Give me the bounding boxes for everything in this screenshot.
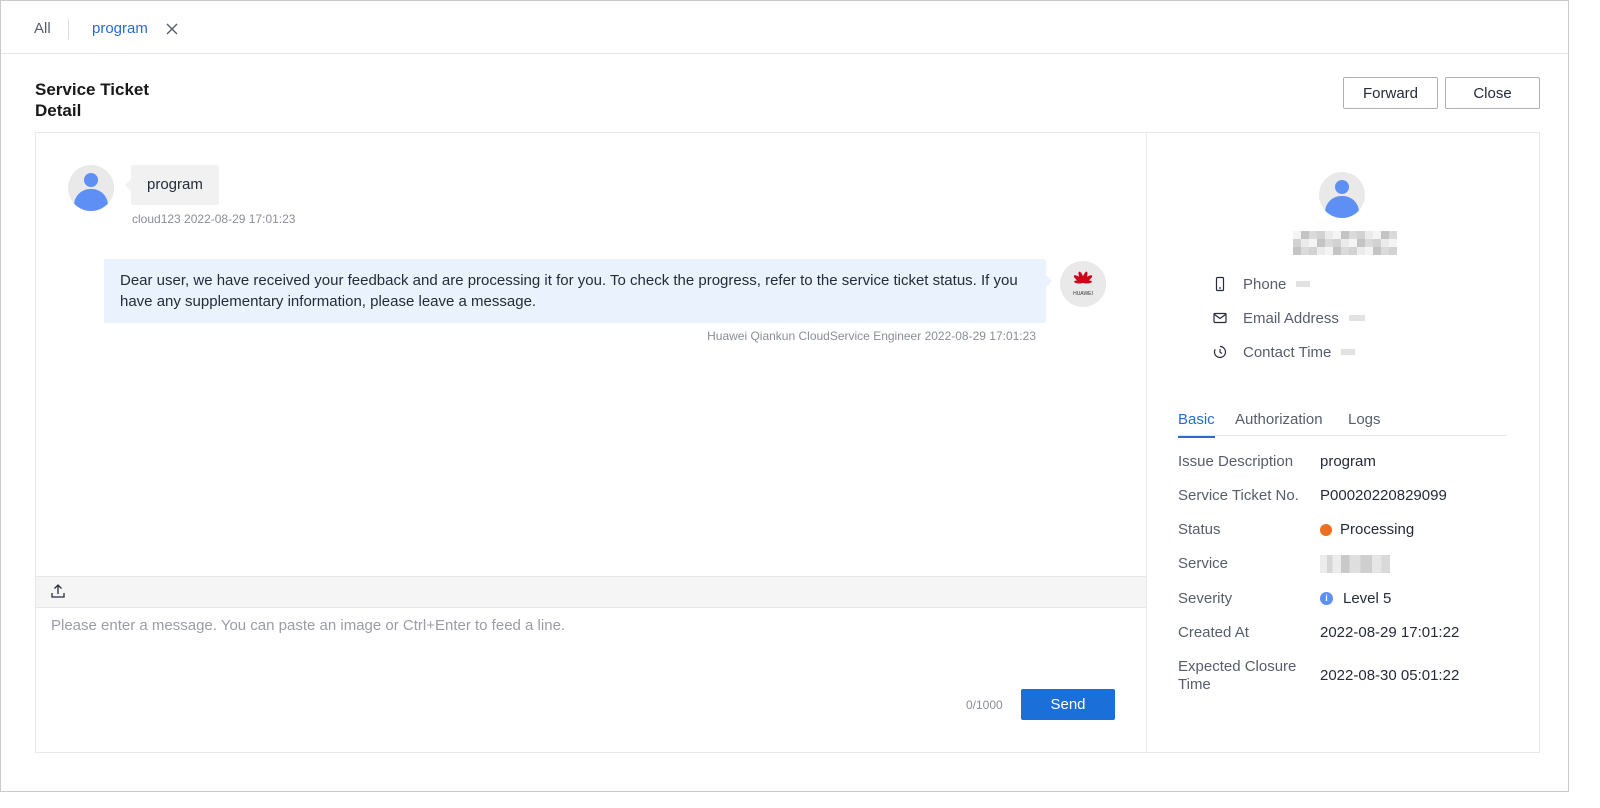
severity-label: Severity xyxy=(1178,590,1233,607)
engineer-message-meta: Huawei Qiankun CloudService Engineer 202… xyxy=(707,329,1036,343)
huawei-logo: HUAWEI xyxy=(1060,261,1106,307)
severity-value: i Level 5 xyxy=(1320,590,1391,607)
engineer-message: Dear user, we have received your feedbac… xyxy=(104,259,1052,323)
created-at-value: 2022-08-29 17:01:22 xyxy=(1320,624,1460,641)
contact-time-label: Contact Time xyxy=(1243,343,1332,361)
contact-time: Contact Time xyxy=(1213,342,1356,362)
customer-name-redacted xyxy=(1293,231,1397,255)
phone-value-redacted xyxy=(1296,281,1311,287)
contact-email: Email Address xyxy=(1213,308,1365,328)
status-dot-icon xyxy=(1320,523,1332,536)
forward-button[interactable]: Forward xyxy=(1343,77,1438,109)
chat-panel: program cloud123 2022-08-29 17:01:23 Dea… xyxy=(36,133,1147,752)
svg-text:HUAWEI: HUAWEI xyxy=(1073,291,1093,297)
tab-all[interactable]: All xyxy=(34,20,51,37)
close-icon[interactable] xyxy=(164,21,180,37)
status-label: Status xyxy=(1178,521,1221,538)
contact-phone: Phone xyxy=(1213,274,1311,294)
ticket-number-label: Service Ticket No. xyxy=(1178,487,1299,504)
customer-avatar xyxy=(1319,172,1365,218)
app-frame: All program Service Ticket Detail Forwar… xyxy=(0,0,1569,792)
status-text: Processing xyxy=(1340,521,1415,538)
ticket-content: program cloud123 2022-08-29 17:01:23 Dea… xyxy=(35,132,1540,753)
email-value-redacted xyxy=(1348,315,1365,321)
page-title: Service Ticket Detail xyxy=(35,80,150,120)
tab-divider xyxy=(68,19,69,39)
upload-icon[interactable] xyxy=(50,583,66,599)
issue-description-label: Issue Description xyxy=(1178,453,1294,470)
clock-icon xyxy=(1213,345,1227,359)
ticket-number-value: P00020220829099 xyxy=(1320,487,1447,504)
severity-text: Level 5 xyxy=(1343,590,1392,607)
user-message-meta: cloud123 2022-08-29 17:01:23 xyxy=(132,212,296,226)
user-message: program xyxy=(125,165,219,205)
close-button[interactable]: Close xyxy=(1445,77,1540,109)
email-label: Email Address xyxy=(1243,309,1339,327)
phone-label: Phone xyxy=(1243,275,1287,293)
expected-closure-label: Expected Closure Time xyxy=(1178,658,1297,693)
detail-tabs: Basic Authorization Logs xyxy=(1178,401,1507,438)
expected-closure-value: 2022-08-30 05:01:22 xyxy=(1320,667,1460,684)
phone-icon xyxy=(1215,276,1225,292)
tab-bar: All program xyxy=(1,1,1568,54)
status-value: Processing xyxy=(1320,521,1414,538)
mail-icon xyxy=(1213,312,1227,324)
message-input[interactable] xyxy=(36,608,1146,678)
tab-program[interactable]: program xyxy=(92,20,148,37)
created-at-label: Created At xyxy=(1178,624,1249,641)
character-counter: 0/1000 xyxy=(966,698,1003,712)
contact-time-value-redacted xyxy=(1341,349,1356,355)
tab-authorization[interactable]: Authorization xyxy=(1235,411,1323,436)
info-icon: i xyxy=(1320,592,1333,605)
issue-description-value: program xyxy=(1320,453,1376,470)
huawei-logo-icon: HUAWEI xyxy=(1073,271,1093,297)
service-value-redacted xyxy=(1320,555,1390,573)
service-label: Service xyxy=(1178,555,1229,572)
ticket-info-panel: Phone Email Address Contact Time Basic A… xyxy=(1148,133,1540,752)
composer-toolbar xyxy=(36,576,1146,608)
tab-logs[interactable]: Logs xyxy=(1348,411,1381,436)
send-button[interactable]: Send xyxy=(1021,689,1115,720)
tab-basic[interactable]: Basic xyxy=(1178,411,1215,438)
user-avatar xyxy=(68,165,114,211)
